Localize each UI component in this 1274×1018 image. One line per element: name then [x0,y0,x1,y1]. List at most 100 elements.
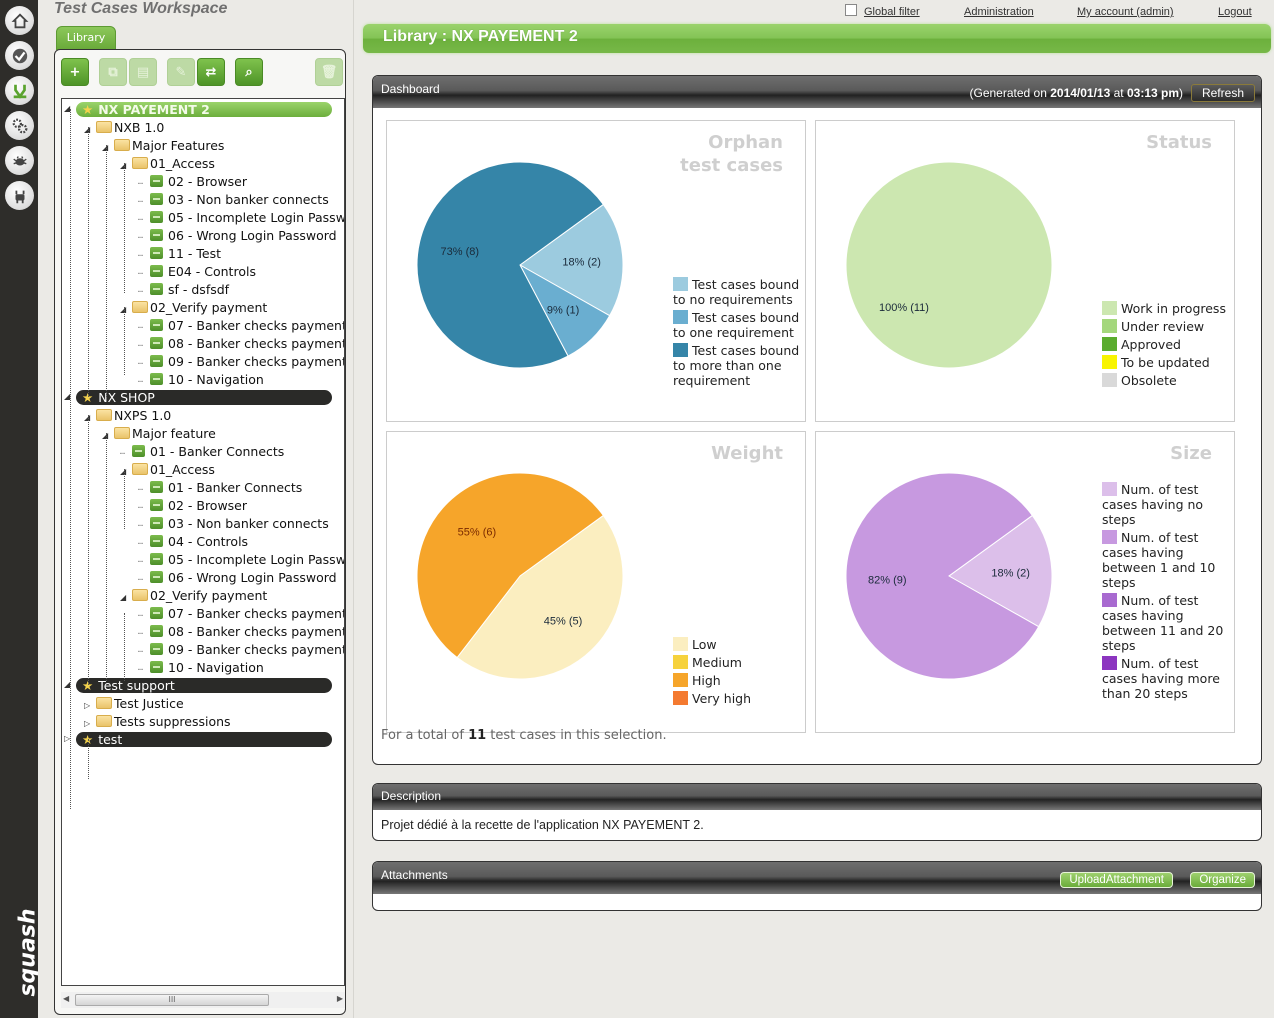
tree-folder-node[interactable]: ◢ Major Features [102,137,224,155]
tree-folder-node[interactable]: ◢ NXPS 1.0 [84,407,171,425]
administration-link[interactable]: Administration [964,6,1034,18]
tree-node-label: Test Justice [114,696,184,711]
expand-toggle-icon[interactable]: ◢ [120,301,132,319]
legend-item: Approved [1102,337,1234,352]
nav-bugtracker-button[interactable] [5,146,34,175]
paste-icon: ▤ [136,64,150,80]
tree-folder-node[interactable]: ◢ NXB 1.0 [84,119,164,137]
test-case-icon [150,373,163,385]
chart-title: Weight [711,442,783,465]
folder-icon [132,589,148,601]
tree-folder-node[interactable]: ◢ 02_Verify payment [120,299,267,317]
upload-attachment-button[interactable]: UploadAttachment [1060,872,1173,888]
tree-horizontal-scrollbar[interactable]: ◀ III ▶ [61,992,345,1008]
delete-button[interactable]: 🗑 [315,58,343,86]
global-filter-checkbox[interactable] [845,4,857,16]
search-button[interactable]: ⌕ [235,58,263,86]
nav-campaigns-button[interactable] [5,41,34,70]
copy-icon: ⧉ [108,64,118,80]
tree-testcase-node[interactable]: ┈ 02 - Browser [138,173,247,191]
tree-folder-node[interactable]: ◢ Major feature [102,425,216,443]
logout-link[interactable]: Logout [1218,6,1252,18]
expand-toggle-icon[interactable]: ▷ [84,715,96,733]
tree-testcase-node[interactable]: ┈05 - Incomplete Login Password [138,551,344,569]
tree-testcase-node[interactable]: ┈ 02 - Browser [138,497,247,515]
rename-button[interactable]: ✎ [167,58,195,86]
pie-chart: 18% (2) 82% (9) [845,472,1053,680]
tree-testcase-node[interactable]: ┈ 01 - Banker Connects [138,479,302,497]
expand-toggle-icon[interactable]: ◢ [120,157,132,175]
tree-testcase-node[interactable]: ┈ sf - dsfsdf [138,281,229,299]
tree-testcase-node[interactable]: ┈05 - Incomplete Login Password [138,209,344,227]
chart-title-line: test cases [680,155,783,176]
tree-project-node[interactable]: ★ test [76,732,332,747]
expand-toggle-icon[interactable]: ◢ [102,427,114,445]
expand-toggle-icon[interactable]: ◢ [120,589,132,607]
tree-node-label: 01_Access [150,462,215,477]
folder-icon [132,301,148,313]
nav-automation-button[interactable] [5,181,34,210]
tree-testcase-node[interactable]: ┈ 10 - Navigation [138,659,264,677]
tree-testcase-node[interactable]: ┈ 06 - Wrong Login Password [138,227,337,245]
tree-testcase-node[interactable]: ┈ 09 - Banker checks payment [138,641,344,659]
tab-library[interactable]: Library [56,26,116,50]
tree-testcase-node[interactable]: ┈ 07 - Banker checks payment [138,605,344,623]
tree-folder-node[interactable]: ▷ Test Justice [84,695,184,713]
check-icon [12,48,27,63]
tree-testcase-node[interactable]: ┈ 09 - Banker checks payment [138,353,344,371]
tree-node-label: NXB 1.0 [114,120,165,135]
add-button[interactable]: + [61,58,89,86]
legend-label: Num. of test cases having between 11 and… [1102,593,1224,653]
scroll-left-arrow-icon[interactable]: ◀ [63,994,69,1003]
tree-testcase-node[interactable]: ┈ 03 - Non banker connects [138,191,329,209]
tree-guide-line [106,145,107,397]
nav-requirements-button[interactable] [5,76,34,105]
tree-testcase-node[interactable]: ┈ 10 - Navigation [138,371,264,389]
expand-toggle-icon[interactable]: ◢ [120,463,132,481]
test-case-icon [150,661,163,673]
import-export-button[interactable]: ⇄ [197,58,225,86]
tree-node-label: 02 - Browser [168,498,248,513]
squash-logo: squash [15,908,41,997]
scrollbar-thumb[interactable]: III [75,994,269,1006]
expand-toggle-icon[interactable]: ◢ [84,409,96,427]
tree-testcase-node[interactable]: ┈ 04 - Controls [138,533,248,551]
tree-testcase-node[interactable]: ┈ E04 - Controls [138,263,256,281]
tree-testcase-node[interactable]: ┈ 07 - Banker checks payment [138,317,344,335]
tree-project-node[interactable]: ★ NX PAYEMENT 2 [76,102,332,117]
nav-settings-button[interactable] [5,111,34,140]
tree-guide-line [88,127,89,397]
test-case-icon [150,607,163,619]
bug-icon [12,155,27,165]
legend-item: Work in progress [1102,301,1234,316]
global-filter-link[interactable]: Global filter [864,6,920,18]
tree-folder-node[interactable]: ◢ 01_Access [120,155,215,173]
tree-testcase-node[interactable]: ┈ 01 - Banker Connects [120,443,284,461]
tree-testcase-node[interactable]: ┈ 06 - Wrong Login Password [138,569,337,587]
dashboard-panel: Dashboard (Generated on 2014/01/13 at 03… [372,75,1262,765]
refresh-button[interactable]: Refresh [1190,84,1255,102]
expand-toggle-icon[interactable]: ◢ [84,121,96,139]
tree-folder-node[interactable]: ◢ 01_Access [120,461,215,479]
tree-folder-node[interactable]: ◢ 02_Verify payment [120,587,267,605]
test-case-icon [150,319,163,331]
tree-folder-node[interactable]: ▷ Tests suppressions [84,713,231,731]
scroll-right-arrow-icon[interactable]: ▶ [337,994,343,1003]
attachments-title: Attachments [381,868,448,882]
copy-button[interactable]: ⧉ [99,58,127,86]
test-case-icon [132,445,145,457]
tree-testcase-node[interactable]: ┈ 08 - Banker checks payment [138,623,344,641]
tree-testcase-node[interactable]: ┈ 11 - Test [138,245,221,263]
legend-swatch [1102,530,1117,544]
pie-slice[interactable] [845,161,1053,369]
tree-testcase-node[interactable]: ┈ 03 - Non banker connects [138,515,329,533]
nav-home-button[interactable] [5,6,34,35]
my-account-link[interactable]: My account (admin) [1077,6,1174,18]
paste-button[interactable]: ▤ [129,58,157,86]
expand-toggle-icon[interactable]: ◢ [102,139,114,157]
tree-project-node[interactable]: ★ Test support [76,678,332,693]
tree-testcase-node[interactable]: ┈ 08 - Banker checks payment [138,335,344,353]
organize-button[interactable]: Organize [1190,872,1255,888]
tree-node-label: 02_Verify payment [150,588,268,603]
tree-project-node[interactable]: ★ NX SHOP [76,390,332,405]
